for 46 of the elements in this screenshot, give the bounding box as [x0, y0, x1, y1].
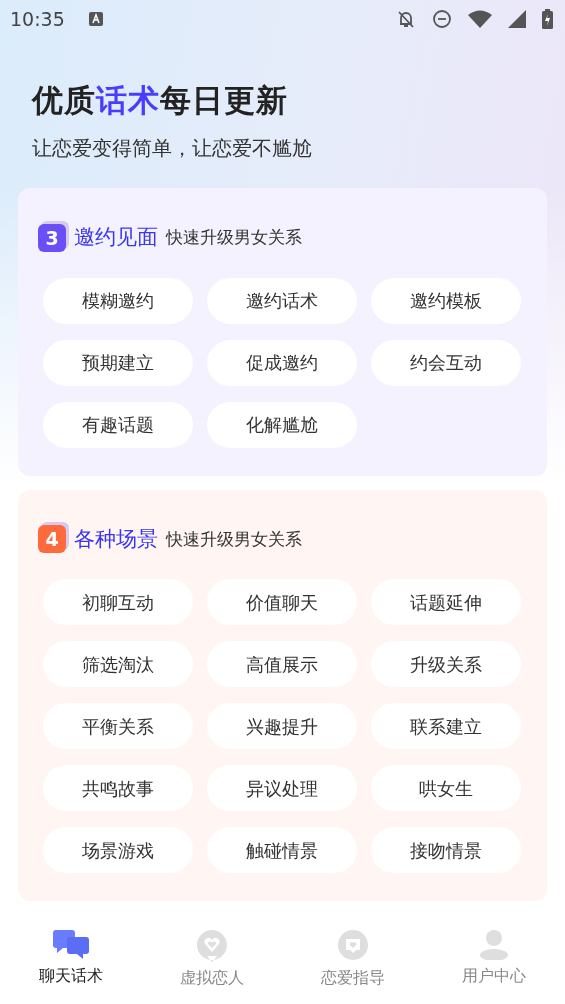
user-icon — [479, 930, 510, 960]
chat-bubbles-icon — [52, 930, 89, 960]
tab-bar-item[interactable]: 聊天话术 — [0, 930, 142, 1004]
tag-button[interactable]: 联系建立 — [371, 703, 521, 749]
section-title: 各种场景 — [74, 525, 158, 553]
bell-off-icon — [396, 9, 416, 29]
tag-button[interactable]: 场景游戏 — [43, 827, 193, 873]
tag-button[interactable]: 模糊邀约 — [43, 277, 193, 324]
tab-bar-item[interactable]: 恋爱指导 — [282, 930, 424, 1004]
section-subtitle: 快速升级男女关系 — [166, 527, 302, 551]
tag-button[interactable]: 有趣话题 — [43, 401, 193, 448]
tag-button[interactable]: 兴趣提升 — [207, 703, 357, 749]
battery-icon — [542, 9, 553, 29]
tag-button[interactable]: 促成邀约 — [207, 339, 357, 386]
tag-button[interactable]: 共鸣故事 — [43, 765, 193, 811]
tag-button[interactable]: 话题延伸 — [371, 579, 521, 625]
tag-button[interactable]: 约会互动 — [371, 339, 521, 386]
signal-icon — [508, 10, 526, 28]
headline: 优质话术每日更新 — [32, 82, 289, 120]
tab-bar-item[interactable]: 虚拟恋人 — [141, 930, 283, 1004]
tag-button[interactable]: 触碰情景 — [207, 827, 357, 873]
tag-button[interactable]: 化解尴尬 — [207, 401, 357, 448]
wifi-icon — [468, 10, 492, 28]
number-badge: 4 — [38, 525, 66, 554]
tag-button[interactable]: 价值聊天 — [207, 579, 357, 625]
tag-button[interactable]: 哄女生 — [371, 765, 521, 811]
heart-pin-icon — [196, 930, 227, 962]
section-subtitle: 快速升级男女关系 — [166, 226, 302, 249]
tag-button[interactable]: 初聊互动 — [43, 579, 193, 625]
tag-button[interactable]: 异议处理 — [207, 765, 357, 811]
tag-button[interactable]: 邀约话术 — [207, 277, 357, 324]
tag-button[interactable]: 邀约模板 — [371, 277, 521, 324]
tag-button[interactable]: 升级关系 — [371, 641, 521, 687]
keyboard-icon — [88, 12, 103, 26]
section-title: 邀约见面 — [74, 224, 158, 251]
tab-bar-item[interactable]: 用户中心 — [423, 930, 565, 1004]
do-not-disturb-icon — [432, 9, 452, 29]
heart-message-icon — [337, 930, 370, 962]
clock: 10:35 — [10, 6, 65, 32]
tag-button[interactable]: 平衡关系 — [43, 703, 193, 749]
tag-button[interactable]: 预期建立 — [43, 339, 193, 386]
tag-button[interactable]: 接吻情景 — [371, 827, 521, 873]
number-badge: 3 — [38, 223, 66, 252]
tag-button[interactable]: 高值展示 — [207, 641, 357, 687]
tag-button[interactable]: 筛选淘汰 — [43, 641, 193, 687]
subtitle: 让恋爱变得简单，让恋爱不尴尬 — [32, 135, 313, 163]
